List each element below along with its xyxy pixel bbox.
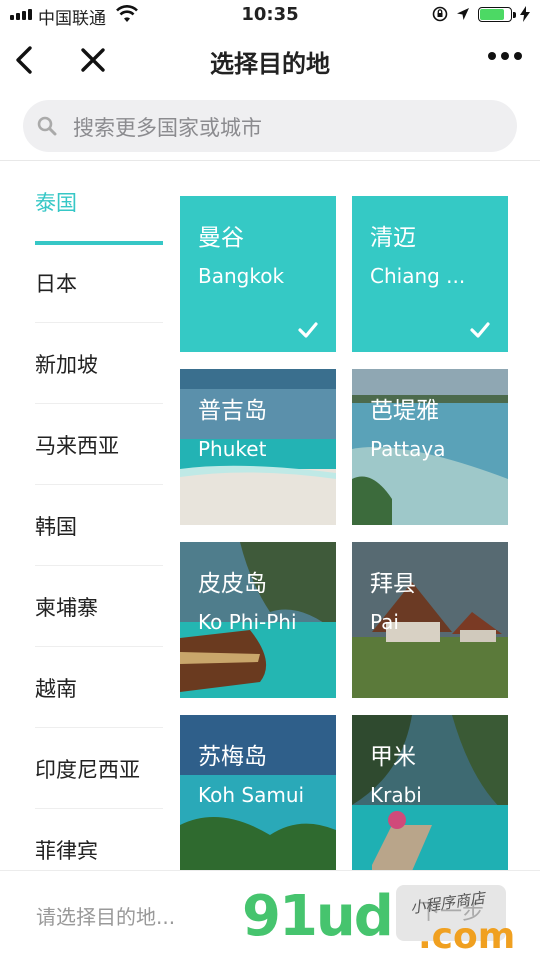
sidebar-item-japan[interactable]: 日本 <box>35 242 163 323</box>
sidebar-item-philippines[interactable]: 菲律宾 <box>35 809 163 871</box>
checkmark-icon <box>298 322 318 338</box>
destination-name-en: Ko Phi-Phi <box>198 610 297 634</box>
checkmark-icon <box>470 322 490 338</box>
search-icon <box>37 116 57 136</box>
destination-card-ko-phi-phi[interactable]: 皮皮岛 Ko Phi-Phi <box>180 542 336 698</box>
destination-name-en: Bangkok <box>198 264 285 288</box>
sidebar-item-label: 韩国 <box>35 515 77 539</box>
sidebar-item-label: 泰国 <box>35 191 77 215</box>
destination-name-en: Pai <box>370 610 399 634</box>
destination-card-bangkok[interactable]: 曼谷 Bangkok <box>180 196 336 352</box>
destination-card-krabi[interactable]: 甲米 Krabi <box>352 715 508 871</box>
sidebar-item-label: 新加坡 <box>35 353 98 377</box>
destination-name-en: Chiang ... <box>370 264 466 288</box>
destination-name: 曼谷 <box>198 225 244 251</box>
rotation-lock-icon <box>432 6 448 22</box>
charging-bolt-icon <box>520 6 530 22</box>
destination-name: 甲米 <box>370 744 416 770</box>
sidebar-item-malaysia[interactable]: 马来西亚 <box>35 404 163 485</box>
sidebar-item-singapore[interactable]: 新加坡 <box>35 323 163 404</box>
sidebar-item-thailand[interactable]: 泰国 <box>35 161 163 245</box>
sidebar-item-label: 柬埔寨 <box>35 596 98 620</box>
search-bar[interactable]: 搜索更多国家或城市 <box>23 100 517 152</box>
destination-card-koh-samui[interactable]: 苏梅岛 Koh Samui <box>180 715 336 871</box>
battery-icon <box>478 6 516 22</box>
destination-card-pai[interactable]: 拜县 Pai <box>352 542 508 698</box>
destination-name: 拜县 <box>370 571 416 597</box>
watermark-logo: 91ud <box>242 884 394 949</box>
destination-card-pattaya[interactable]: 芭堤雅 Pattaya <box>352 369 508 525</box>
sidebar-item-label: 马来西亚 <box>35 434 119 458</box>
selection-hint: 请选择目的地... <box>36 905 176 929</box>
destination-card-chiang-mai[interactable]: 清迈 Chiang ... <box>352 196 508 352</box>
sidebar-item-vietnam[interactable]: 越南 <box>35 647 163 728</box>
destination-card-phuket[interactable]: 普吉岛 Phuket <box>180 369 336 525</box>
watermark-domain: .com <box>418 916 516 957</box>
destination-name-en: Phuket <box>198 437 267 461</box>
country-sidebar: 泰国 日本 新加坡 马来西亚 韩国 柬埔寨 越南 印度尼西亚 菲律宾 <box>0 161 170 871</box>
sidebar-item-label: 越南 <box>35 677 77 701</box>
sidebar-item-label: 印度尼西亚 <box>35 758 140 782</box>
sidebar-item-indonesia[interactable]: 印度尼西亚 <box>35 728 163 809</box>
destination-name: 苏梅岛 <box>198 744 267 770</box>
destination-name-en: Koh Samui <box>198 783 305 807</box>
sidebar-item-label: 菲律宾 <box>35 839 98 863</box>
destination-name-en: Pattaya <box>370 437 446 461</box>
search-placeholder: 搜索更多国家或城市 <box>73 116 262 140</box>
status-bar: 中国联通 10:35 <box>0 0 540 30</box>
location-arrow-icon <box>457 8 469 20</box>
page-title: 选择目的地 <box>210 50 330 78</box>
destination-name-en: Krabi <box>370 783 422 807</box>
more-icon[interactable] <box>488 52 522 60</box>
sidebar-item-cambodia[interactable]: 柬埔寨 <box>35 566 163 647</box>
sidebar-item-label: 日本 <box>35 272 77 296</box>
destination-name: 皮皮岛 <box>198 571 267 597</box>
destination-name: 普吉岛 <box>198 398 267 424</box>
destination-name: 芭堤雅 <box>370 398 439 424</box>
sidebar-item-korea[interactable]: 韩国 <box>35 485 163 566</box>
navigation-bar: 选择目的地 <box>0 30 540 90</box>
destination-name: 清迈 <box>370 225 416 251</box>
